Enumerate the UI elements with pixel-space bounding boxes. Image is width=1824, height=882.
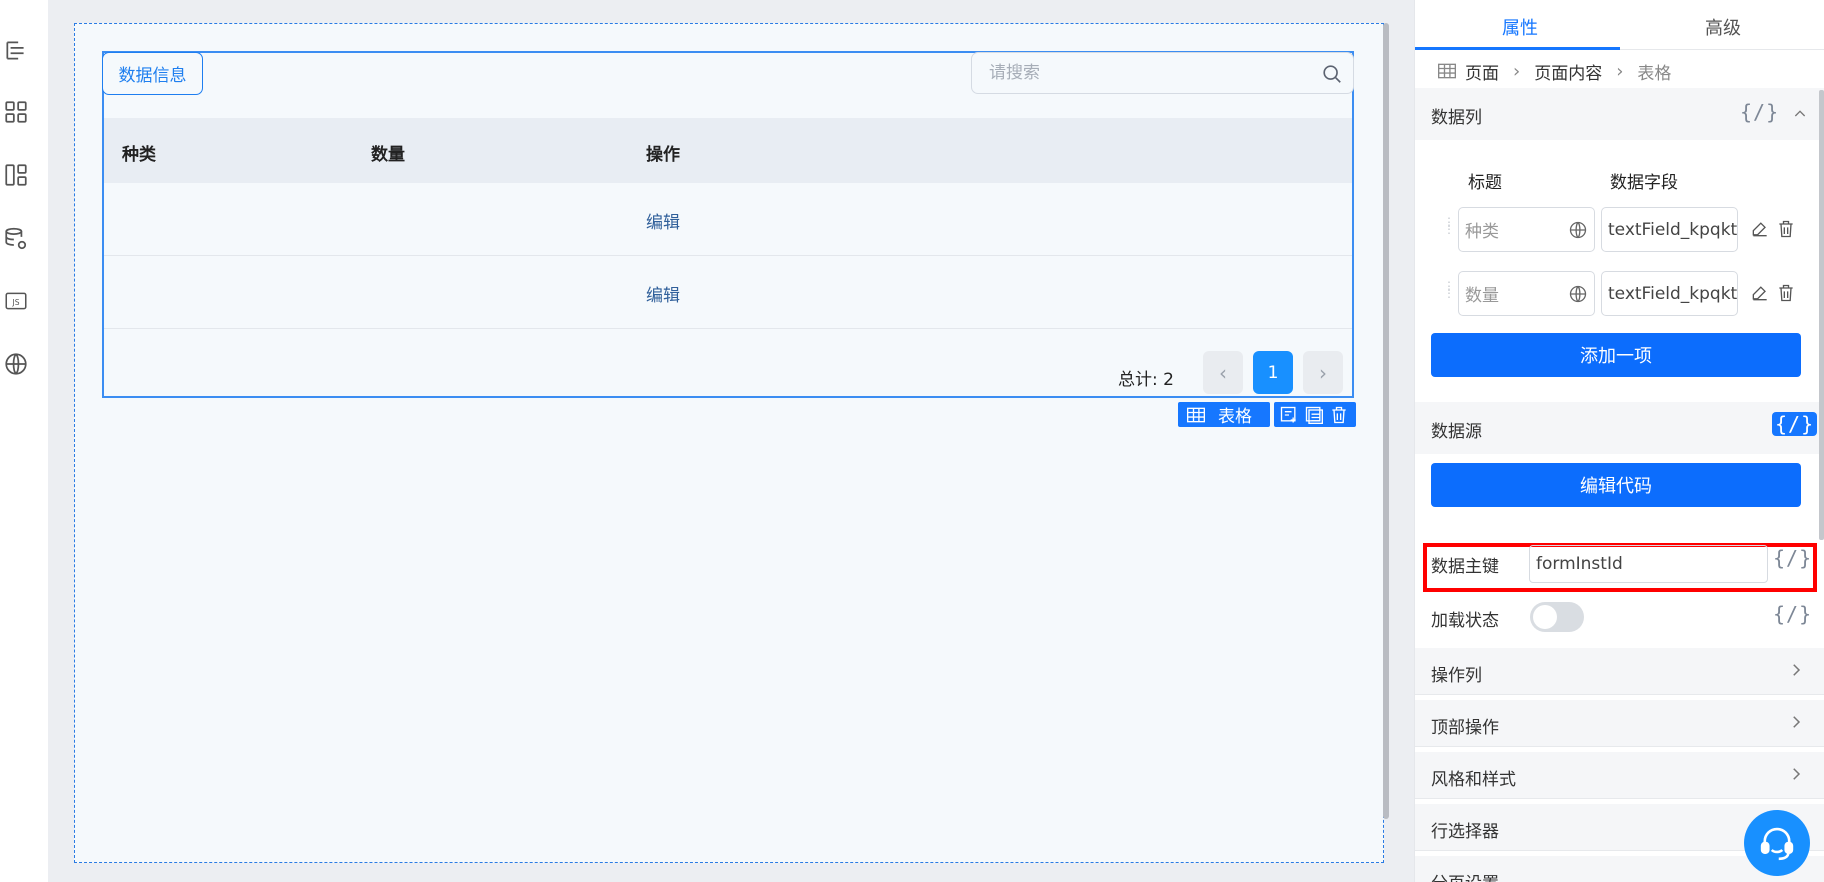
pagination-prev-button[interactable]: ‹	[1203, 351, 1243, 394]
chevron-up-icon[interactable]	[1792, 106, 1808, 122]
code-binding-icon[interactable]: {/}	[1773, 546, 1812, 570]
customer-support-button[interactable]	[1744, 810, 1810, 876]
globe-icon[interactable]	[1568, 220, 1588, 240]
section-title: 数据列	[1431, 108, 1482, 128]
components-grid-icon[interactable]	[0, 96, 32, 128]
toggle-knob	[1533, 605, 1557, 629]
search-icon[interactable]	[1321, 63, 1343, 85]
table-row: 编辑	[104, 256, 1352, 329]
section-data-columns[interactable]: 数据列 {/}	[1415, 88, 1824, 140]
primary-key-label: 数据主键	[1431, 557, 1499, 577]
edit-link[interactable]: 编辑	[646, 208, 680, 233]
delete-icon[interactable]	[1776, 283, 1796, 303]
chevron-right-icon	[1793, 664, 1801, 676]
primary-key-input[interactable]: formInstId	[1529, 545, 1768, 583]
loading-state-toggle[interactable]	[1530, 602, 1584, 632]
delete-icon[interactable]	[1328, 405, 1350, 425]
chevron-right-icon: ›	[1513, 60, 1521, 82]
left-toolbar: JS	[0, 0, 48, 882]
svg-text:JS: JS	[11, 298, 19, 307]
delete-icon[interactable]	[1776, 219, 1796, 239]
section-title: 数据源	[1431, 422, 1482, 442]
data-source-settings-icon[interactable]	[0, 223, 32, 255]
data-info-button[interactable]: 数据信息	[102, 52, 203, 95]
insert-after-icon[interactable]	[1278, 405, 1300, 425]
column-title-input[interactable]: 种类	[1458, 207, 1595, 252]
globe-icon[interactable]	[1568, 284, 1588, 304]
section-style[interactable]: 风格和样式	[1415, 752, 1824, 799]
edit-code-button[interactable]: 编辑代码	[1431, 463, 1801, 507]
column-field-header: 数据字段	[1610, 173, 1678, 193]
selection-toolbar: 表格	[1178, 402, 1356, 427]
code-binding-icon[interactable]: {/}	[1773, 602, 1812, 626]
search-box[interactable]	[971, 52, 1354, 94]
section-top-actions[interactable]: 顶部操作	[1415, 700, 1824, 747]
js-code-icon[interactable]: JS	[0, 285, 32, 317]
list-item: ⋮⋮ ⋮⋮ 种类 textField_kpqkt(	[1431, 207, 1809, 252]
drag-handle-icon[interactable]: ⋮⋮ ⋮⋮	[1443, 216, 1467, 241]
section-data-source[interactable]: 数据源 {/}	[1415, 402, 1824, 454]
copy-icon[interactable]	[1303, 405, 1325, 425]
canvas-scrollbar[interactable]	[1383, 23, 1389, 819]
tab-properties[interactable]: 属性	[1502, 14, 1538, 40]
column-header-action: 操作	[646, 145, 680, 165]
outline-tree-icon[interactable]	[0, 34, 32, 66]
column-header-quantity: 数量	[371, 145, 405, 165]
section-action-column[interactable]: 操作列	[1415, 648, 1824, 695]
table-icon	[1438, 63, 1456, 79]
loading-state-label: 加载状态	[1431, 611, 1499, 631]
column-field-input[interactable]: textField_kpqkt(	[1601, 271, 1738, 316]
table-header: 种类 数量 操作	[104, 118, 1352, 183]
table-row: 编辑	[104, 183, 1352, 256]
list-item: ⋮⋮ ⋮⋮ 数量 textField_kpqkt(	[1431, 271, 1809, 316]
panel-tabs: 属性 高级	[1415, 0, 1824, 50]
selected-component-label[interactable]: 表格	[1178, 402, 1270, 427]
chevron-right-icon	[1793, 768, 1801, 780]
pagination-next-button[interactable]: ›	[1303, 351, 1343, 394]
tab-advanced[interactable]: 高级	[1705, 14, 1741, 40]
breadcrumb: 页面 › 页面内容 › 表格	[1437, 58, 1671, 84]
pagination-total: 总计: 2	[1118, 370, 1174, 390]
breadcrumb-item-table: 表格	[1637, 63, 1672, 84]
active-tab-indicator	[1415, 47, 1620, 50]
pagination-page-button[interactable]: 1	[1253, 351, 1293, 394]
edit-icon[interactable]	[1750, 283, 1770, 303]
column-header-category: 种类	[122, 145, 156, 165]
selected-component-name: 表格	[1218, 407, 1252, 427]
chevron-right-icon	[1793, 716, 1801, 728]
edit-icon[interactable]	[1750, 219, 1770, 239]
selection-actions	[1274, 402, 1356, 427]
code-binding-icon[interactable]: {/}	[1772, 412, 1818, 436]
chevron-right-icon: ›	[1616, 60, 1624, 82]
table-icon	[1187, 407, 1205, 422]
breadcrumb-item-page[interactable]: 页面	[1465, 59, 1499, 84]
drag-handle-icon[interactable]: ⋮⋮ ⋮⋮	[1443, 280, 1467, 305]
panel-scrollbar[interactable]	[1819, 90, 1824, 540]
add-item-button[interactable]: 添加一项	[1431, 333, 1801, 377]
edit-link[interactable]: 编辑	[646, 281, 680, 306]
column-title-header: 标题	[1468, 173, 1502, 193]
search-input[interactable]	[989, 53, 1309, 93]
column-field-input[interactable]: textField_kpqkt(	[1601, 207, 1738, 252]
column-title-input[interactable]: 数量	[1458, 271, 1595, 316]
breadcrumb-item-page-content[interactable]: 页面内容	[1534, 59, 1602, 84]
properties-panel: 属性 高级 页面 › 页面内容 › 表格 数据列 {/} 标题 数据字段 ⋮⋮ ⋮…	[1414, 0, 1824, 882]
code-binding-icon[interactable]: {/}	[1740, 100, 1779, 124]
headset-icon	[1760, 827, 1794, 861]
layout-icon[interactable]	[0, 159, 32, 191]
globe-icon[interactable]	[0, 348, 32, 380]
